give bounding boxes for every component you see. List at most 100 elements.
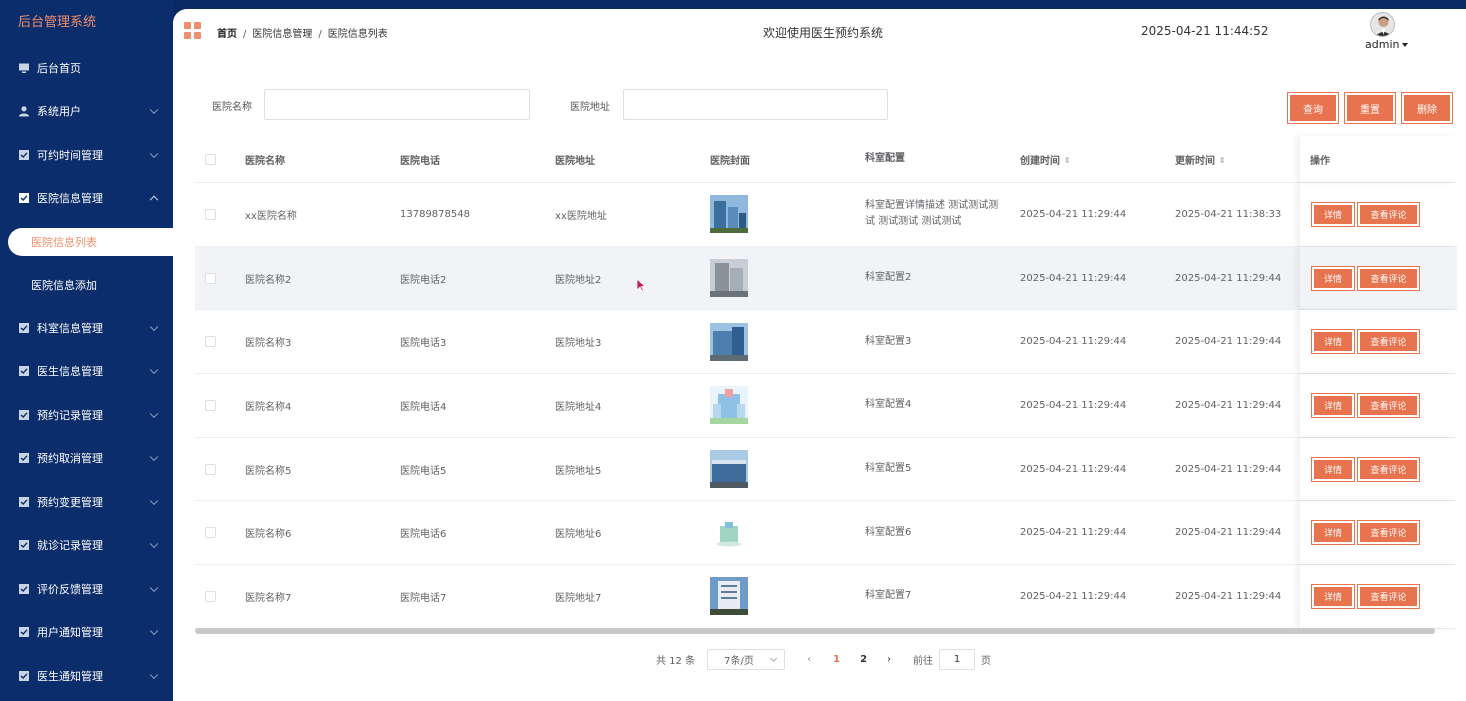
- chevron-down-icon: [149, 322, 159, 331]
- hospital-cover-image[interactable]: [710, 259, 748, 298]
- cell-name: xx医院名称: [245, 210, 297, 222]
- cell-addr: 医院地址6: [555, 529, 602, 541]
- sidebar-item-schedule[interactable]: 可约时间管理: [0, 133, 173, 177]
- hospital-cover-image[interactable]: [710, 195, 748, 234]
- breadcrumb-section[interactable]: 医院信息管理: [252, 29, 312, 40]
- sort-icon[interactable]: ⇕: [1219, 156, 1226, 165]
- hospital-cover-image[interactable]: [710, 386, 748, 425]
- chevron-up-icon: [149, 195, 159, 205]
- next-page-icon[interactable]: ›: [887, 654, 891, 665]
- sort-icon[interactable]: ⇕: [1064, 156, 1071, 165]
- table-row[interactable]: 医院名称4 医院电话4 医院地址4 科室配置4 2025-04-21 11:29…: [195, 374, 1457, 438]
- hospital-cover-image[interactable]: [710, 577, 748, 616]
- sidebar-item-user-notice[interactable]: 用户通知管理: [0, 611, 173, 655]
- view-reviews-button[interactable]: 查看评论: [1357, 265, 1420, 291]
- chevron-down-icon: [149, 583, 159, 592]
- table-row[interactable]: 医院名称3 医院电话3 医院地址3 科室配置3 2025-04-21 11:29…: [195, 310, 1457, 375]
- view-reviews-button[interactable]: 查看评论: [1357, 583, 1420, 609]
- cell-addr: 医院地址7: [555, 592, 602, 604]
- detail-button[interactable]: 详情: [1311, 520, 1355, 546]
- user-menu[interactable]: admin: [1365, 38, 1409, 51]
- cell-updated: 2025-04-21 11:29:44: [1175, 527, 1282, 539]
- sidebar-item-change[interactable]: 预约变更管理: [0, 480, 173, 524]
- hospital-cover-image[interactable]: [710, 513, 748, 552]
- user-icon: [18, 105, 30, 117]
- breadcrumb-home[interactable]: 首页: [217, 29, 237, 40]
- sidebar-item-visit[interactable]: 就诊记录管理: [0, 524, 173, 568]
- col-created[interactable]: 创建时间 ⇕: [1020, 152, 1175, 167]
- sidebar-subitem-hospital-list[interactable]: 医院信息列表: [8, 228, 173, 256]
- row-checkbox[interactable]: [205, 590, 216, 602]
- col-tel: 医院电话: [400, 155, 440, 167]
- row-checkbox[interactable]: [205, 208, 216, 220]
- row-checkbox[interactable]: [205, 336, 216, 348]
- detail-button[interactable]: 详情: [1311, 392, 1355, 418]
- cell-config: 科室配置5: [865, 463, 912, 475]
- cell-tel: 医院电话5: [400, 465, 447, 477]
- sidebar-item-label: 就诊记录管理: [37, 539, 103, 553]
- cell-config: 科室配置3: [865, 335, 912, 347]
- sidebar-item-label: 后台首页: [37, 61, 81, 75]
- chevron-down-icon: [149, 409, 159, 418]
- horizontal-scrollbar[interactable]: [195, 628, 1435, 634]
- sidebar-item-doctor-notice[interactable]: 医生通知管理: [0, 654, 173, 698]
- detail-button[interactable]: 详情: [1311, 456, 1355, 482]
- hospital-cover-image[interactable]: [710, 450, 748, 489]
- detail-button[interactable]: 详情: [1311, 265, 1355, 291]
- detail-button[interactable]: 详情: [1311, 583, 1355, 609]
- detail-button[interactable]: 详情: [1311, 329, 1355, 355]
- row-checkbox[interactable]: [205, 527, 216, 539]
- table-row[interactable]: 医院名称5 医院电话5 医院地址5 科室配置5 2025-04-21 11:29…: [195, 438, 1457, 502]
- hospital-name-input[interactable]: [264, 89, 530, 120]
- sidebar-item-system-users[interactable]: 系统用户: [0, 90, 173, 134]
- view-reviews-button[interactable]: 查看评论: [1357, 392, 1420, 418]
- grid-menu-icon[interactable]: [184, 22, 201, 39]
- table-row[interactable]: 医院名称2 医院电话2 医院地址2 科室配置2 2025-04-21 11:29…: [195, 246, 1457, 311]
- view-reviews-button[interactable]: 查看评论: [1357, 456, 1420, 482]
- row-checkbox[interactable]: [205, 272, 216, 284]
- row-checkbox[interactable]: [205, 399, 216, 411]
- table-row[interactable]: xx医院名称 13789878548 xx医院地址 科室配置详情描述 测试测试测…: [195, 183, 1457, 247]
- sidebar-item-label: 医院信息管理: [37, 192, 103, 206]
- select-all-checkbox[interactable]: [205, 153, 216, 165]
- page-2[interactable]: 2: [860, 654, 867, 665]
- checkbox-icon: [18, 452, 30, 464]
- sidebar-subitem-hospital-add[interactable]: 医院信息添加: [0, 263, 173, 306]
- view-reviews-button[interactable]: 查看评论: [1357, 520, 1420, 546]
- avatar[interactable]: [1370, 12, 1395, 37]
- table-row[interactable]: 医院名称6 医院电话6 医院地址6 科室配置6 2025-04-21 11:29…: [195, 501, 1457, 566]
- cell-tel: 13789878548: [400, 208, 470, 220]
- cell-created: 2025-04-21 11:29:44: [1020, 463, 1127, 475]
- table-row[interactable]: 医院名称7 医院电话7 医院地址7 科室配置7 2025-04-21 11:29…: [195, 565, 1457, 629]
- goto-page-input[interactable]: 1: [939, 648, 976, 670]
- cell-tel: 医院电话4: [400, 401, 447, 413]
- page-1[interactable]: 1: [833, 654, 840, 665]
- col-updated[interactable]: 更新时间 ⇕: [1175, 152, 1300, 167]
- sidebar-item-hospital[interactable]: 医院信息管理: [0, 177, 173, 221]
- reset-button[interactable]: 重置: [1344, 92, 1396, 124]
- detail-button[interactable]: 详情: [1311, 201, 1355, 227]
- cell-config: 科室配置7: [865, 590, 912, 602]
- row-checkbox[interactable]: [205, 463, 216, 475]
- col-created-label: 创建时间: [1020, 155, 1060, 167]
- brand-title: 后台管理系统: [18, 15, 97, 30]
- sidebar-item-doctor[interactable]: 医生信息管理: [0, 350, 173, 394]
- sidebar-item-department[interactable]: 科室信息管理: [0, 306, 173, 350]
- hospital-address-input[interactable]: [623, 89, 888, 120]
- sidebar-item-home[interactable]: 后台首页: [0, 46, 173, 90]
- prev-page-icon[interactable]: ‹: [807, 654, 811, 665]
- page-size-select[interactable]: 7条/页: [707, 648, 786, 670]
- sidebar-item-feedback[interactable]: 评价反馈管理: [0, 567, 173, 611]
- hospital-cover-image[interactable]: [710, 322, 748, 361]
- sidebar-item-cancel[interactable]: 预约取消管理: [0, 437, 173, 481]
- view-reviews-button[interactable]: 查看评论: [1357, 329, 1420, 355]
- checkbox-icon: [18, 626, 30, 638]
- cell-created: 2025-04-21 11:29:44: [1020, 208, 1127, 220]
- delete-button[interactable]: 删除: [1401, 92, 1453, 124]
- cell-name: 医院名称6: [245, 529, 292, 541]
- cell-tel: 医院电话3: [400, 338, 447, 350]
- chevron-down-icon: [149, 670, 159, 679]
- view-reviews-button[interactable]: 查看评论: [1357, 201, 1420, 227]
- query-button[interactable]: 查询: [1287, 92, 1339, 124]
- sidebar-item-appointment[interactable]: 预约记录管理: [0, 393, 173, 437]
